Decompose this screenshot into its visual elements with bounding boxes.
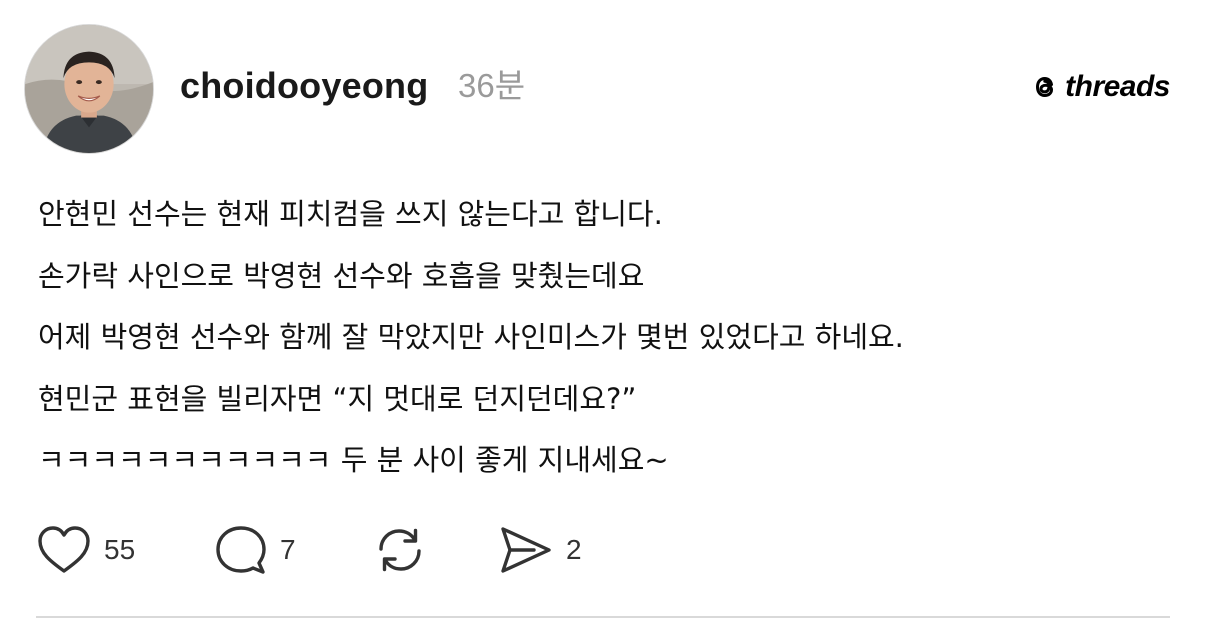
post-timestamp: 36분	[458, 67, 526, 104]
avatar-photo	[25, 25, 153, 153]
post-line-4: 현민군 표현을 빌리자면 “지 멋대로 던지던데요?”	[38, 381, 637, 416]
comment-icon	[216, 526, 266, 574]
post-line-1: 안현민 선수는 현재 피치컴을 쓰지 않는다고 합니다.	[38, 197, 663, 231]
threads-icon	[1036, 76, 1054, 98]
post-line-2: 손가락 사인으로 박영현 선수와 호흡을 맞췄는데요	[38, 258, 645, 293]
repost-button[interactable]	[372, 522, 428, 578]
reply-button[interactable]: 7	[214, 522, 296, 578]
post-line-3: 어제 박영현 선수와 함께 잘 막았지만 사인미스가 몇번 있었다고 하네요.	[38, 320, 904, 354]
thread-post: choidooyeong 36분 threads 안현민 선수는 현재 피치컴을…	[0, 0, 1206, 619]
avatar[interactable]	[24, 24, 154, 154]
post-body: 안현민 선수는 현재 피치컴을 쓰지 않는다고 합니다. 손가락 사인으로 박영…	[38, 184, 1178, 492]
action-bar: 55 7 2	[36, 522, 636, 578]
like-button[interactable]: 55	[36, 522, 135, 578]
reply-count: 7	[280, 534, 296, 565]
post-divider	[36, 616, 1170, 618]
heart-icon	[38, 526, 90, 573]
post-line-5: ㅋㅋㅋㅋㅋㅋㅋㅋㅋㅋㅋ 두 분 사이 좋게 지내세요~	[38, 443, 669, 477]
share-button[interactable]: 2	[498, 522, 582, 578]
author-username[interactable]: choidooyeong	[180, 64, 428, 108]
threads-logo: threads	[1029, 67, 1170, 107]
repost-icon	[379, 528, 421, 572]
share-count: 2	[566, 534, 582, 565]
share-icon	[501, 527, 551, 573]
like-count: 55	[104, 534, 136, 565]
brand-wordmark: threads	[1065, 70, 1170, 103]
